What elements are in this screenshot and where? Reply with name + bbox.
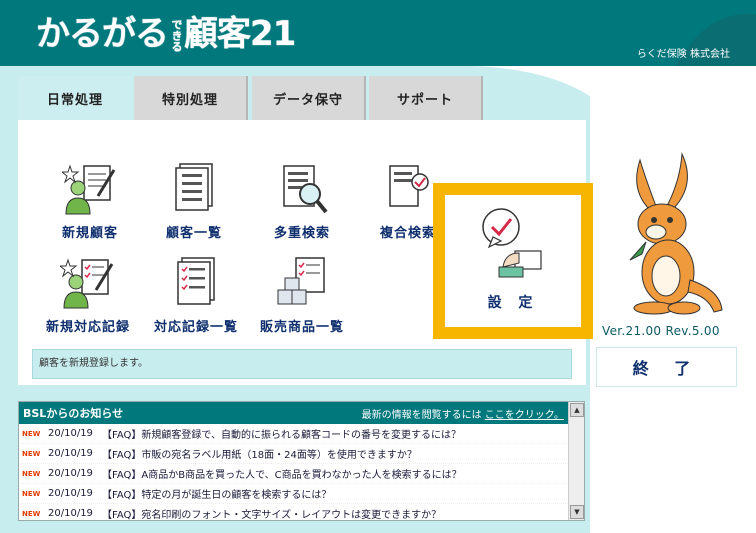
settings-icon bbox=[482, 208, 542, 278]
new-customer-icon bbox=[62, 164, 116, 215]
new-badge: NEW bbox=[22, 469, 41, 478]
multi-search-icon bbox=[283, 165, 328, 214]
news-item-title[interactable]: 【FAQ】A商品かB商品を買った人で、C商品を買わなかった人を検索するには？ bbox=[102, 466, 462, 481]
sales-list-icon bbox=[277, 257, 325, 305]
tab-support[interactable]: サポート bbox=[369, 76, 483, 120]
new-badge: NEW bbox=[22, 509, 41, 518]
scroll-up-icon[interactable]: ▲ bbox=[570, 403, 584, 417]
sales-list-button[interactable]: 販売商品一覧 bbox=[256, 256, 348, 335]
app-logo: かるがる できる顧客21 bbox=[36, 12, 296, 56]
news-item[interactable]: NEW 20/10/19 【FAQ】宛名印刷のフォント・文字サイズ・レイアウトは変更… bbox=[19, 504, 568, 520]
record-list-icon bbox=[177, 257, 215, 305]
status-bar: 顧客を新規登録します。 bbox=[32, 349, 572, 379]
news-item[interactable]: NEW 20/10/19 【FAQ】A商品かB商品を買った人で、C商品を買わなかった… bbox=[19, 464, 568, 484]
new-badge: NEW bbox=[22, 449, 41, 458]
new-customer-button[interactable]: 新規顧客 bbox=[52, 162, 128, 241]
new-customer-label: 新規顧客 bbox=[61, 226, 118, 241]
news-item[interactable]: NEW 20/10/19 【FAQ】特定の月が誕生日の顧客を検索するには？ bbox=[19, 484, 568, 504]
tab-special-label: 特別処理 bbox=[161, 92, 218, 108]
news-date: 20/10/19 bbox=[48, 428, 93, 439]
tab-daily-label: 日常処理 bbox=[46, 92, 103, 108]
news-item-title[interactable]: 【FAQ】宛名印刷のフォント・文字サイズ・レイアウトは変更できますか？ bbox=[102, 506, 441, 520]
news-header: BSLからのお知らせ 最新の情報を閲覧するには ここをクリック。 bbox=[19, 402, 568, 424]
scroll-down-icon[interactable]: ▼ bbox=[570, 505, 584, 519]
news-item-title[interactable]: 【FAQ】特定の月が誕生日の顧客を検索するには？ bbox=[102, 486, 331, 501]
sales-list-label: 販売商品一覧 bbox=[259, 320, 344, 335]
customer-list-button[interactable]: 顧客一覧 bbox=[156, 162, 232, 241]
customer-list-icon bbox=[175, 163, 213, 211]
record-list-label: 対応記録一覧 bbox=[153, 320, 238, 335]
new-badge: NEW bbox=[22, 489, 41, 498]
new-badge: NEW bbox=[22, 429, 41, 438]
new-record-button[interactable]: 新規対応記録 bbox=[42, 256, 134, 335]
news-item-title[interactable]: 【FAQ】市販の宛名ラベル用紙（18面・24面等）を使用できますか？ bbox=[102, 446, 417, 461]
logo-small: できる bbox=[170, 19, 183, 52]
news-lead-text: 最新の情報を閲覧するには bbox=[361, 409, 482, 421]
news-date: 20/10/19 bbox=[48, 508, 93, 519]
exit-label: 終 了 bbox=[632, 359, 701, 378]
company-name: らくだ保険 株式会社 bbox=[636, 49, 730, 60]
multi-search-label: 多重検索 bbox=[273, 226, 330, 241]
news-item-title[interactable]: 【FAQ】新規顧客登録で、自動的に振られる顧客コードの番号を変更するには？ bbox=[102, 426, 461, 441]
app-header: かるがる できる顧客21 らくだ保険 株式会社 bbox=[0, 0, 756, 66]
status-text: 顧客を新規登録します。 bbox=[39, 358, 148, 369]
news-item[interactable]: NEW 20/10/19 【FAQ】新規顧客登録で、自動的に振られる顧客コードの番号… bbox=[19, 424, 568, 444]
tab-support-label: サポート bbox=[396, 92, 453, 108]
settings-button[interactable]: 設 定 bbox=[433, 183, 593, 339]
news-lead: 最新の情報を閲覧するには ここをクリック。 bbox=[362, 406, 564, 421]
logo-tail: 顧客21 bbox=[184, 14, 296, 54]
news-title: BSLからのお知らせ bbox=[23, 407, 124, 420]
news-scrollbar[interactable]: ▲ ▼ bbox=[568, 402, 584, 520]
news-date: 20/10/19 bbox=[48, 488, 93, 499]
tab-data-maintenance-label: データ保守 bbox=[272, 92, 343, 108]
version-label: Ver.21.00 Rev.5.00 bbox=[602, 324, 720, 338]
news-item[interactable]: NEW 20/10/19 【FAQ】市販の宛名ラベル用紙（18面・24面等）を使用で… bbox=[19, 444, 568, 464]
exit-button[interactable]: 終 了 bbox=[596, 347, 737, 387]
compound-search-icon bbox=[389, 165, 429, 207]
logo-main: かるがる bbox=[36, 14, 169, 54]
news-date: 20/10/19 bbox=[48, 448, 93, 459]
new-record-icon bbox=[60, 258, 114, 309]
settings-label: 設 定 bbox=[487, 295, 539, 311]
tab-data-maintenance[interactable]: データ保守 bbox=[252, 76, 366, 120]
news-date: 20/10/19 bbox=[48, 468, 93, 479]
tab-daily[interactable]: 日常処理 bbox=[18, 76, 132, 120]
customer-list-label: 顧客一覧 bbox=[165, 226, 222, 241]
multi-search-button[interactable]: 多重検索 bbox=[262, 162, 342, 241]
new-record-label: 新規対応記録 bbox=[45, 320, 130, 335]
tab-special[interactable]: 特別処理 bbox=[134, 76, 248, 120]
news-link[interactable]: ここをクリック。 bbox=[485, 410, 564, 421]
news-panel: BSLからのお知らせ 最新の情報を閲覧するには ここをクリック。 NEW 20/1… bbox=[18, 401, 585, 521]
kangaroo-mascot bbox=[629, 152, 723, 315]
record-list-button[interactable]: 対応記録一覧 bbox=[150, 256, 242, 335]
